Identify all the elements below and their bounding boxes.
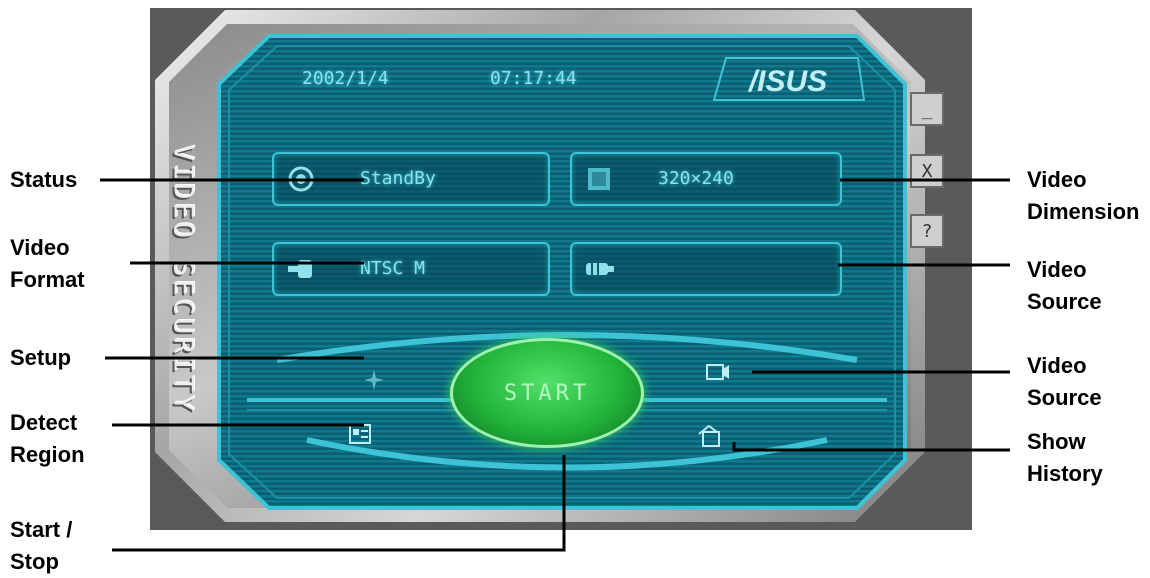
- callout-start-stop: Start / Stop: [10, 517, 73, 574]
- setup-button[interactable]: [360, 366, 388, 394]
- callout-detect-region: Detect Region: [10, 410, 85, 467]
- video-source-icon: [584, 254, 614, 284]
- video-format-value: NTSC M: [360, 258, 426, 279]
- setup-icon: [364, 370, 384, 390]
- status-icon: [286, 164, 316, 194]
- dimension-icon: [584, 164, 614, 194]
- callout-video-format: Video Format: [10, 235, 85, 292]
- callout-video-source-bottom: Video Source: [1027, 353, 1102, 410]
- callout-show-history: Show History: [1027, 429, 1103, 486]
- detect-region-button[interactable]: [346, 420, 374, 448]
- history-icon: [698, 424, 720, 447]
- callout-status: Status: [10, 167, 78, 192]
- callout-setup: Setup: [10, 345, 72, 370]
- status-panel: StandBy: [272, 152, 550, 206]
- video-dimension-panel: 320×240: [570, 152, 842, 206]
- time-display: 07:17:44: [490, 68, 577, 89]
- asus-logo: /ISUS: [708, 54, 868, 104]
- video-format-icon: [286, 254, 316, 284]
- video-security-window: VIDEO SECURITY 2002/1/4 07:17:44 /ISUS S…: [150, 8, 972, 530]
- start-stop-button[interactable]: START: [450, 338, 644, 448]
- status-value: StandBy: [360, 168, 436, 189]
- date-display: 2002/1/4: [302, 68, 389, 89]
- side-title: VIDEO SECURITY: [167, 144, 199, 414]
- help-button[interactable]: ?: [910, 214, 944, 248]
- show-history-button[interactable]: [696, 422, 724, 450]
- camera-icon: [706, 364, 729, 380]
- video-dimension-value: 320×240: [658, 168, 734, 189]
- video-format-panel: NTSC M: [272, 242, 550, 296]
- video-source-button[interactable]: [704, 358, 732, 386]
- callout-video-dimension: Video Dimension: [1027, 167, 1140, 224]
- minimize-button[interactable]: _: [910, 92, 944, 126]
- video-source-panel: [570, 242, 842, 296]
- callout-video-source-top: Video Source: [1027, 257, 1102, 314]
- svg-text:/ISUS: /ISUS: [747, 65, 827, 98]
- close-button[interactable]: X: [910, 154, 944, 188]
- detect-region-icon: [349, 424, 371, 444]
